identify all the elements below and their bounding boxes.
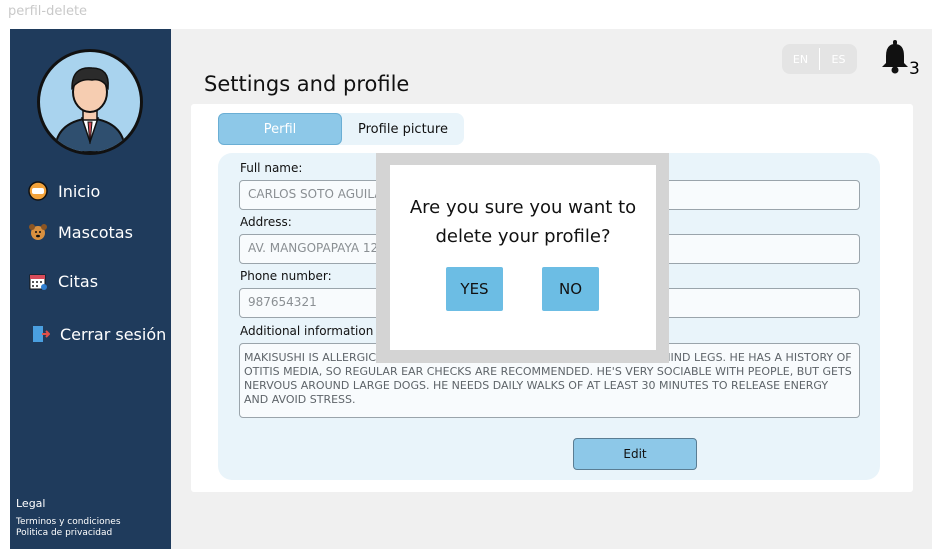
logout-icon xyxy=(30,324,50,344)
avatar xyxy=(37,49,143,155)
legal-title: Legal xyxy=(16,497,46,510)
frame-label: perfil-delete xyxy=(8,4,88,19)
lang-en-button[interactable]: EN xyxy=(782,53,819,66)
sidebar: Inicio Mascotas Citas Cerrar sesión Lega… xyxy=(10,29,171,549)
user-avatar-icon xyxy=(53,67,127,152)
sidebar-item-cerrar-sesion[interactable]: Cerrar sesión xyxy=(30,324,166,344)
address-label: Address: xyxy=(240,215,292,229)
tab-profile-picture[interactable]: Profile picture xyxy=(344,113,462,145)
sidebar-item-inicio[interactable]: Inicio xyxy=(28,181,100,201)
legal-links: Terminos y condiciones Politica de priva… xyxy=(16,517,121,539)
dog-icon xyxy=(28,222,48,242)
sidebar-item-label: Citas xyxy=(58,271,99,291)
calendar-icon xyxy=(28,271,48,291)
no-button[interactable]: NO xyxy=(542,267,599,311)
privacy-link[interactable]: Politica de privacidad xyxy=(16,528,121,539)
sidebar-item-label: Mascotas xyxy=(58,222,133,242)
yes-button[interactable]: YES xyxy=(446,267,503,311)
full-name-label: Full name: xyxy=(240,161,303,175)
notification-count: 3 xyxy=(909,59,920,79)
terms-link[interactable]: Terminos y condiciones xyxy=(16,517,121,528)
modal-body: Are you sure you want to delete your pro… xyxy=(390,165,656,350)
start-icon xyxy=(28,181,48,201)
sidebar-item-label: Inicio xyxy=(58,181,101,201)
sidebar-item-mascotas[interactable]: Mascotas xyxy=(28,222,133,242)
tab-perfil[interactable]: Perfil xyxy=(218,113,342,145)
delete-confirm-modal: Are you sure you want to delete your pro… xyxy=(376,153,669,363)
lang-es-button[interactable]: ES xyxy=(820,53,857,66)
modal-message: Are you sure you want to delete your pro… xyxy=(409,197,637,247)
sidebar-item-label: Cerrar sesión xyxy=(60,324,167,344)
phone-label: Phone number: xyxy=(240,269,332,283)
language-switcher: EN ES xyxy=(782,44,857,74)
sidebar-item-citas[interactable]: Citas xyxy=(28,271,98,291)
bell-icon[interactable] xyxy=(880,40,910,74)
edit-button[interactable]: Edit xyxy=(573,438,697,470)
page-title: Settings and profile xyxy=(204,72,410,96)
additional-info-label: Additional information xyxy=(240,324,374,338)
